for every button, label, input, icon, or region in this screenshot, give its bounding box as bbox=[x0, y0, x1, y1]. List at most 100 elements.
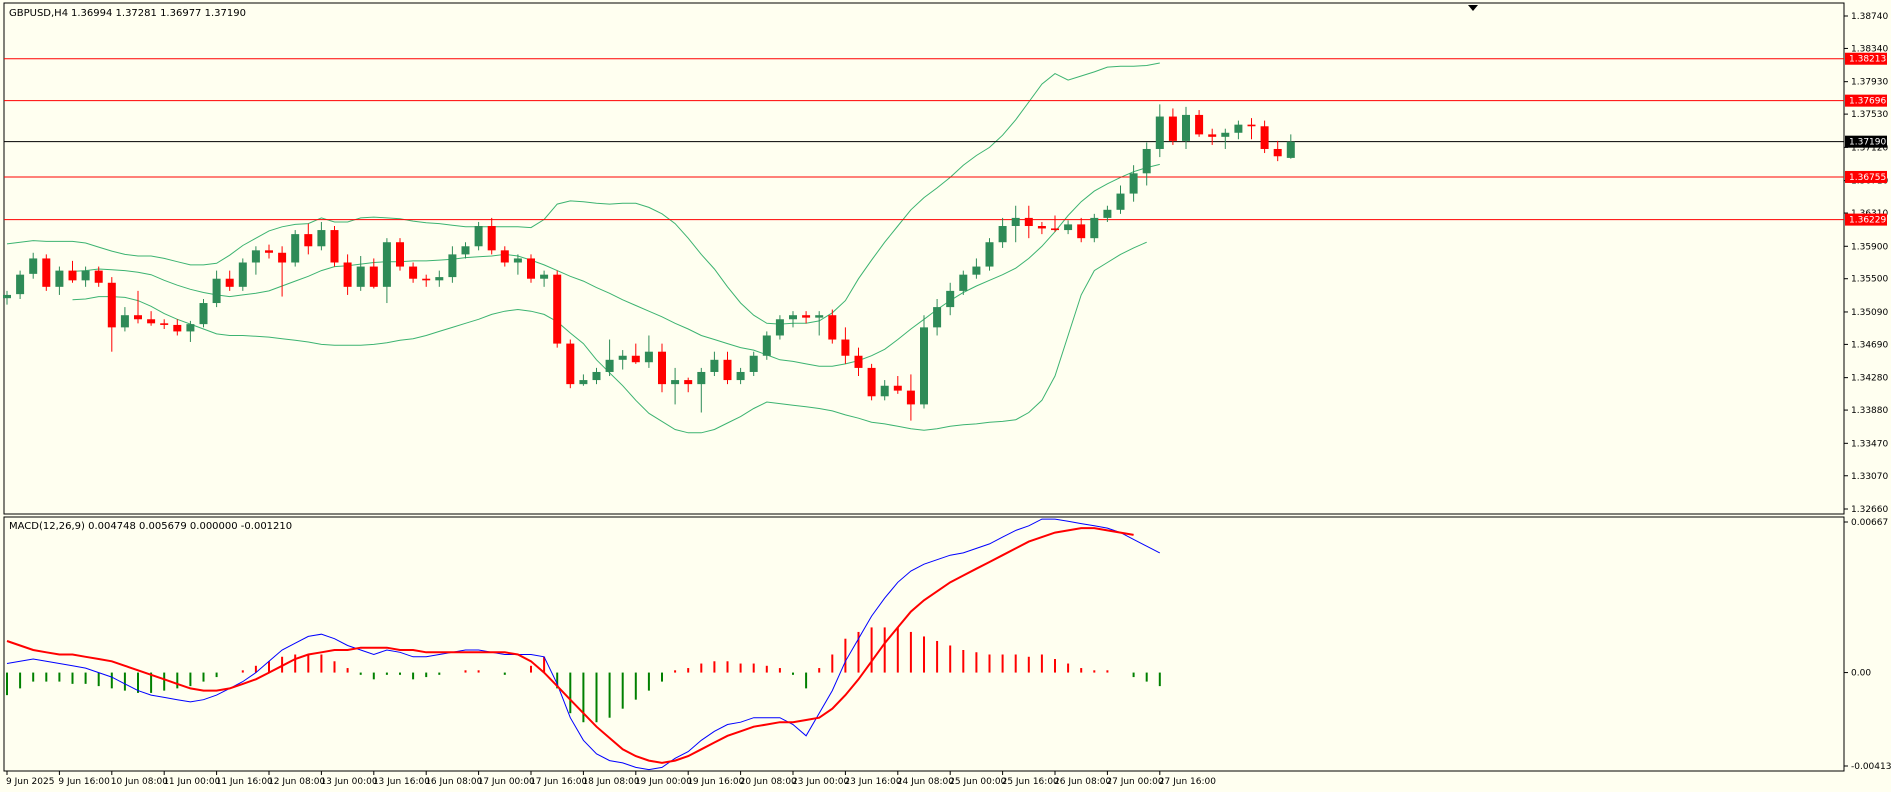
candle-body bbox=[959, 274, 968, 291]
candle-body bbox=[1142, 148, 1151, 174]
ohlc-readout: 1.36994 1.37281 1.36977 1.37190 bbox=[71, 8, 246, 19]
candle-body bbox=[592, 371, 601, 381]
candle-body bbox=[382, 242, 391, 287]
candle-body bbox=[566, 343, 575, 385]
candle-body bbox=[789, 315, 797, 320]
time-tick-label: 16 Jun 08:00 bbox=[425, 777, 482, 787]
time-tick-label: 13 Jun 16:00 bbox=[373, 777, 430, 787]
time-tick-label: 10 Jun 08:00 bbox=[111, 777, 168, 787]
time-tick-label: 19 Jun 00:00 bbox=[635, 777, 692, 787]
candle-body bbox=[893, 385, 902, 391]
candle-body bbox=[448, 254, 457, 278]
candle-body bbox=[723, 359, 732, 381]
candle-body bbox=[356, 266, 365, 287]
time-tick-label: 23 Jun 00:00 bbox=[792, 777, 849, 787]
candle-body bbox=[1221, 132, 1230, 137]
candle-body bbox=[409, 266, 418, 279]
candle-body bbox=[1129, 173, 1138, 194]
price-tick-label: 1.35090 bbox=[1851, 308, 1888, 318]
price-tick-label: 1.38740 bbox=[1851, 12, 1888, 22]
candle-body bbox=[815, 315, 824, 318]
candle-body bbox=[1260, 126, 1269, 149]
price-tick-label: 1.32660 bbox=[1851, 505, 1888, 515]
candle-body bbox=[461, 246, 470, 255]
time-tick-label: 25 Jun 00:00 bbox=[949, 777, 1006, 787]
candle-body bbox=[278, 252, 287, 263]
time-tick-label: 19 Jun 16:00 bbox=[687, 777, 744, 787]
candle-body bbox=[1155, 116, 1164, 149]
candle-body bbox=[631, 355, 640, 363]
price-tick-label: 1.33880 bbox=[1851, 406, 1888, 416]
candle-body bbox=[330, 230, 339, 263]
candle-body bbox=[946, 290, 955, 308]
time-tick-label: 20 Jun 08:00 bbox=[740, 777, 797, 787]
time-tick-label: 11 Jun 00:00 bbox=[163, 777, 220, 787]
macd-tick-label: 0.00667 bbox=[1851, 518, 1888, 528]
price-tick-label: 1.34690 bbox=[1851, 340, 1888, 350]
candle-body bbox=[29, 258, 38, 274]
candle-body bbox=[212, 278, 221, 304]
candle-body bbox=[579, 380, 588, 385]
candle-body bbox=[540, 274, 549, 279]
time-tick-label: 18 Jun 08:00 bbox=[582, 777, 639, 787]
candle-body bbox=[933, 307, 942, 328]
trading-chart[interactable]: 1.387401.383401.379301.375301.371201.367… bbox=[0, 0, 1891, 792]
candle-body bbox=[513, 258, 522, 263]
price-tick-label: 1.37930 bbox=[1851, 78, 1888, 88]
candle-body bbox=[435, 277, 444, 281]
candle-body bbox=[3, 294, 11, 299]
candle-body bbox=[265, 250, 273, 253]
candle-body bbox=[500, 250, 509, 263]
candle-body bbox=[317, 230, 326, 247]
price-tick-label: 1.35500 bbox=[1851, 275, 1888, 285]
candle-body bbox=[16, 274, 25, 295]
candle-body bbox=[736, 371, 745, 381]
candle-body bbox=[251, 250, 260, 263]
candle-body bbox=[1116, 193, 1125, 210]
candle-body bbox=[867, 367, 876, 397]
candle-body bbox=[1208, 134, 1217, 137]
candle-body bbox=[343, 262, 352, 287]
price-tick-label: 1.37530 bbox=[1851, 110, 1888, 120]
candle-body bbox=[618, 355, 627, 360]
time-tick-label: 17 Jun 16:00 bbox=[530, 777, 587, 787]
candle-body bbox=[1182, 114, 1190, 141]
candle-body bbox=[120, 315, 129, 328]
candle-body bbox=[81, 270, 90, 281]
candle-body bbox=[802, 315, 811, 318]
candle-body bbox=[1064, 224, 1073, 231]
price-tick-label: 1.33070 bbox=[1851, 472, 1888, 482]
time-tick-label: 27 Jun 16:00 bbox=[1159, 777, 1216, 787]
time-tick-label: 13 Jun 00:00 bbox=[320, 777, 377, 787]
time-tick-label: 11 Jun 16:00 bbox=[216, 777, 273, 787]
candle-body bbox=[186, 324, 195, 332]
candle-body bbox=[1195, 114, 1204, 135]
candle-body bbox=[160, 323, 169, 325]
candle-body bbox=[1247, 124, 1256, 127]
candle-body bbox=[147, 319, 156, 324]
candle-body bbox=[749, 355, 758, 372]
time-tick-label: 26 Jun 08:00 bbox=[1054, 777, 1111, 787]
macd-tick-label: 0.00 bbox=[1851, 669, 1871, 679]
candle-body bbox=[854, 355, 863, 368]
candle-body bbox=[644, 351, 653, 363]
candle-body bbox=[134, 315, 142, 320]
candle-body bbox=[553, 274, 562, 344]
candle-body bbox=[487, 226, 496, 251]
candle-body bbox=[422, 278, 431, 281]
candle-body bbox=[304, 234, 313, 247]
time-tick-label: 9 Jun 16:00 bbox=[58, 777, 110, 787]
candle-body bbox=[527, 258, 535, 279]
candle-body bbox=[1051, 228, 1059, 231]
current-price-label: 1.37190 bbox=[1849, 138, 1886, 148]
candle-body bbox=[1273, 148, 1282, 157]
candle-body bbox=[55, 270, 64, 287]
candle-body bbox=[396, 242, 404, 267]
candle-body bbox=[1024, 217, 1033, 227]
level-price-label: 1.36755 bbox=[1849, 173, 1886, 183]
macd-label: MACD(12,26,9) 0.004748 0.005679 0.000000… bbox=[9, 521, 292, 532]
candle-body bbox=[1168, 116, 1177, 141]
candle-body bbox=[920, 327, 928, 405]
time-tick-label: 17 Jun 00:00 bbox=[478, 777, 535, 787]
candle-body bbox=[1234, 124, 1243, 133]
